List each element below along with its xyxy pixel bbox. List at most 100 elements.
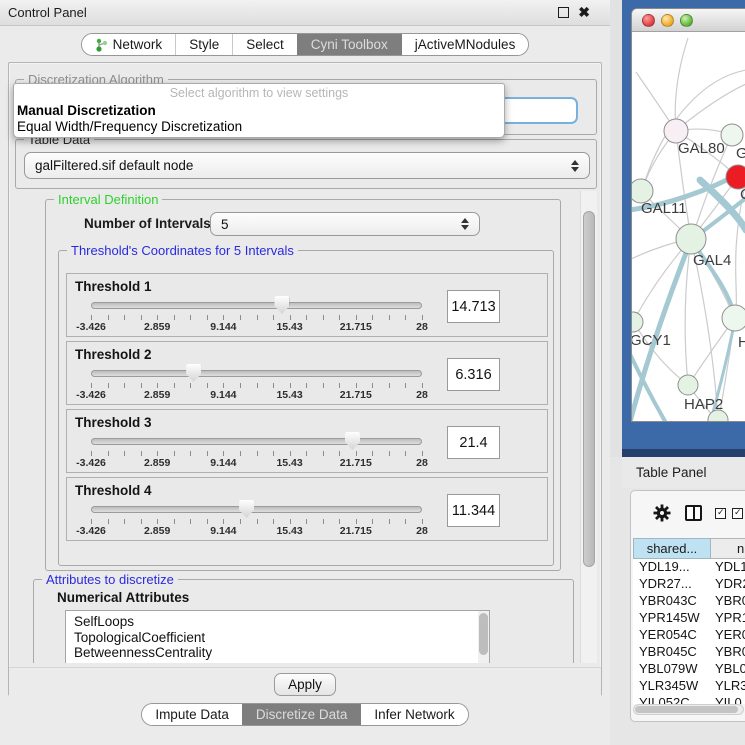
close-window-icon[interactable] [642,14,655,27]
table-row[interactable]: YBL079WYBL0 [633,661,745,678]
settings-vertical-scrollbar[interactable] [580,191,597,663]
split-columns-icon[interactable] [685,505,702,521]
network-node-label[interactable]: GAL80 [678,140,725,157]
slider-tick [339,451,340,456]
tab-style[interactable]: Style [175,34,232,55]
apply-button[interactable]: Apply [274,673,336,696]
slider-tick [141,383,142,388]
threshold-slider-thumb[interactable] [186,364,201,382]
slider-tick [405,451,406,456]
slider-tick [356,383,357,388]
table-row[interactable]: YLR345WYLR3 [633,678,745,695]
slider-tick [273,519,274,524]
threshold-label: Threshold 3 [75,415,152,430]
network-node-label[interactable]: GCY1 [632,332,671,349]
threshold-slider-track[interactable] [91,370,422,377]
table-horizontal-scrollbar[interactable] [633,704,744,715]
slider-tick-label: -3.426 [76,457,106,469]
threshold-slider-track[interactable] [91,506,422,513]
settings-gear-icon[interactable] [653,504,671,522]
slider-tick [190,383,191,388]
table-row[interactable]: YBR045CYBR0 [633,644,745,661]
slider-tick [290,315,291,320]
threshold-value-field[interactable]: 11.344 [447,494,500,527]
tab-discretize-data[interactable]: Discretize Data [242,704,361,725]
threshold-box: Threshold 1-3.4262.8599.14415.4321.71528… [66,273,548,337]
network-node-label[interactable]: H [738,334,745,351]
checkbox-icon[interactable] [715,508,726,519]
slider-tick-label: -3.426 [76,321,106,333]
network-node-label[interactable]: HAP2 [684,396,723,413]
network-node-label[interactable]: GAL4 [693,252,731,269]
tab-infer-network[interactable]: Infer Network [360,704,467,725]
threshold-slider-track[interactable] [91,302,422,309]
network-node-node-h[interactable] [722,305,745,331]
tab-impute-data[interactable]: Impute Data [142,704,242,725]
table-cell: YER054C [633,627,711,644]
table-row[interactable]: YDL19...YDL1 [633,559,745,576]
slider-tick-label: 28 [416,321,428,333]
table-row[interactable]: YDR27...YDR2 [633,576,745,593]
slider-tick-label: 9.144 [210,389,236,401]
table-cell: YER0 [711,627,745,644]
threshold-slider-thumb[interactable] [239,500,254,518]
slider-tick [223,315,224,320]
table-row[interactable]: YPR145WYPR1 [633,610,745,627]
network-node-label[interactable]: C [740,186,745,203]
slider-tick [356,519,357,524]
slider-tick [273,315,274,320]
slider-tick [207,383,208,388]
table-data-combobox[interactable]: galFiltered.sif default node [24,152,590,179]
minimize-window-icon[interactable] [661,14,674,27]
attribute-list-item[interactable]: TopologicalCoefficient [74,630,489,646]
table-row[interactable]: YBR043CYBR0 [633,593,745,610]
network-edge [685,239,691,384]
slider-tick-label: 21.715 [340,525,372,537]
table-panel: shared...n YDL19...YDL1YDR27...YDR2YBR04… [630,490,745,722]
slider-tick [141,451,142,456]
network-node-label[interactable]: GAL11 [641,200,687,217]
slider-tick [174,451,175,456]
column-header[interactable]: shared... [633,538,711,559]
slider-tick [422,519,423,524]
tab-cyni-toolbox[interactable]: Cyni Toolbox [297,34,401,55]
slider-tick [389,451,390,456]
close-panel-icon[interactable]: ✖ [578,7,590,18]
attributes-list-scrollbar[interactable] [478,611,489,663]
threshold-slider-thumb[interactable] [345,432,360,450]
threshold-value-field[interactable]: 14.713 [447,290,500,323]
slider-tick [207,519,208,524]
tab-label: Impute Data [155,707,229,722]
control-panel-titlebar: Control Panel ✖ [0,0,610,26]
network-node-gal4[interactable] [676,224,706,254]
slider-tick [190,519,191,524]
number-of-intervals-combobox[interactable]: 5 [210,212,480,236]
table-row[interactable]: YER054CYER0 [633,627,745,644]
network-node-label[interactable]: G [736,145,745,162]
threshold-value-field[interactable]: 21.4 [447,426,500,459]
network-node-hap2[interactable] [678,375,698,395]
attribute-list-item[interactable]: SelfLoops [74,614,489,630]
threshold-slider-thumb[interactable] [274,296,289,314]
threshold-value-field[interactable]: 6.316 [447,358,500,391]
algorithm-option[interactable]: Manual Discretization [14,103,504,119]
tab-jactivemnodules[interactable]: jActiveMNodules [401,34,529,55]
algorithm-option[interactable]: Equal Width/Frequency Discretization [14,119,504,135]
table-row[interactable]: YIL052CYIL0 [633,695,745,704]
slider-tick-label: 28 [416,457,428,469]
float-panel-icon[interactable] [558,7,569,18]
zoom-window-icon[interactable] [680,14,693,27]
attribute-list-item[interactable]: BetweennessCentrality [74,645,489,661]
tab-network[interactable]: Network [82,34,176,55]
slider-tick [405,519,406,524]
threshold-slider-track[interactable] [91,438,422,445]
tab-select[interactable]: Select [232,34,297,55]
table-cell: YDL19... [633,559,711,576]
network-canvas[interactable]: GAL80 G C GAL11 GAL4 GCY1 H HAP2 [632,32,745,422]
checkbox-icon[interactable] [732,508,743,519]
numerical-attributes-list[interactable]: SelfLoopsTopologicalCoefficientBetweenne… [65,610,490,663]
network-node-gcy1[interactable] [632,312,643,332]
combo-stepper-icon [567,160,583,172]
column-header[interactable]: n [711,538,745,559]
slider-tick [157,315,158,320]
